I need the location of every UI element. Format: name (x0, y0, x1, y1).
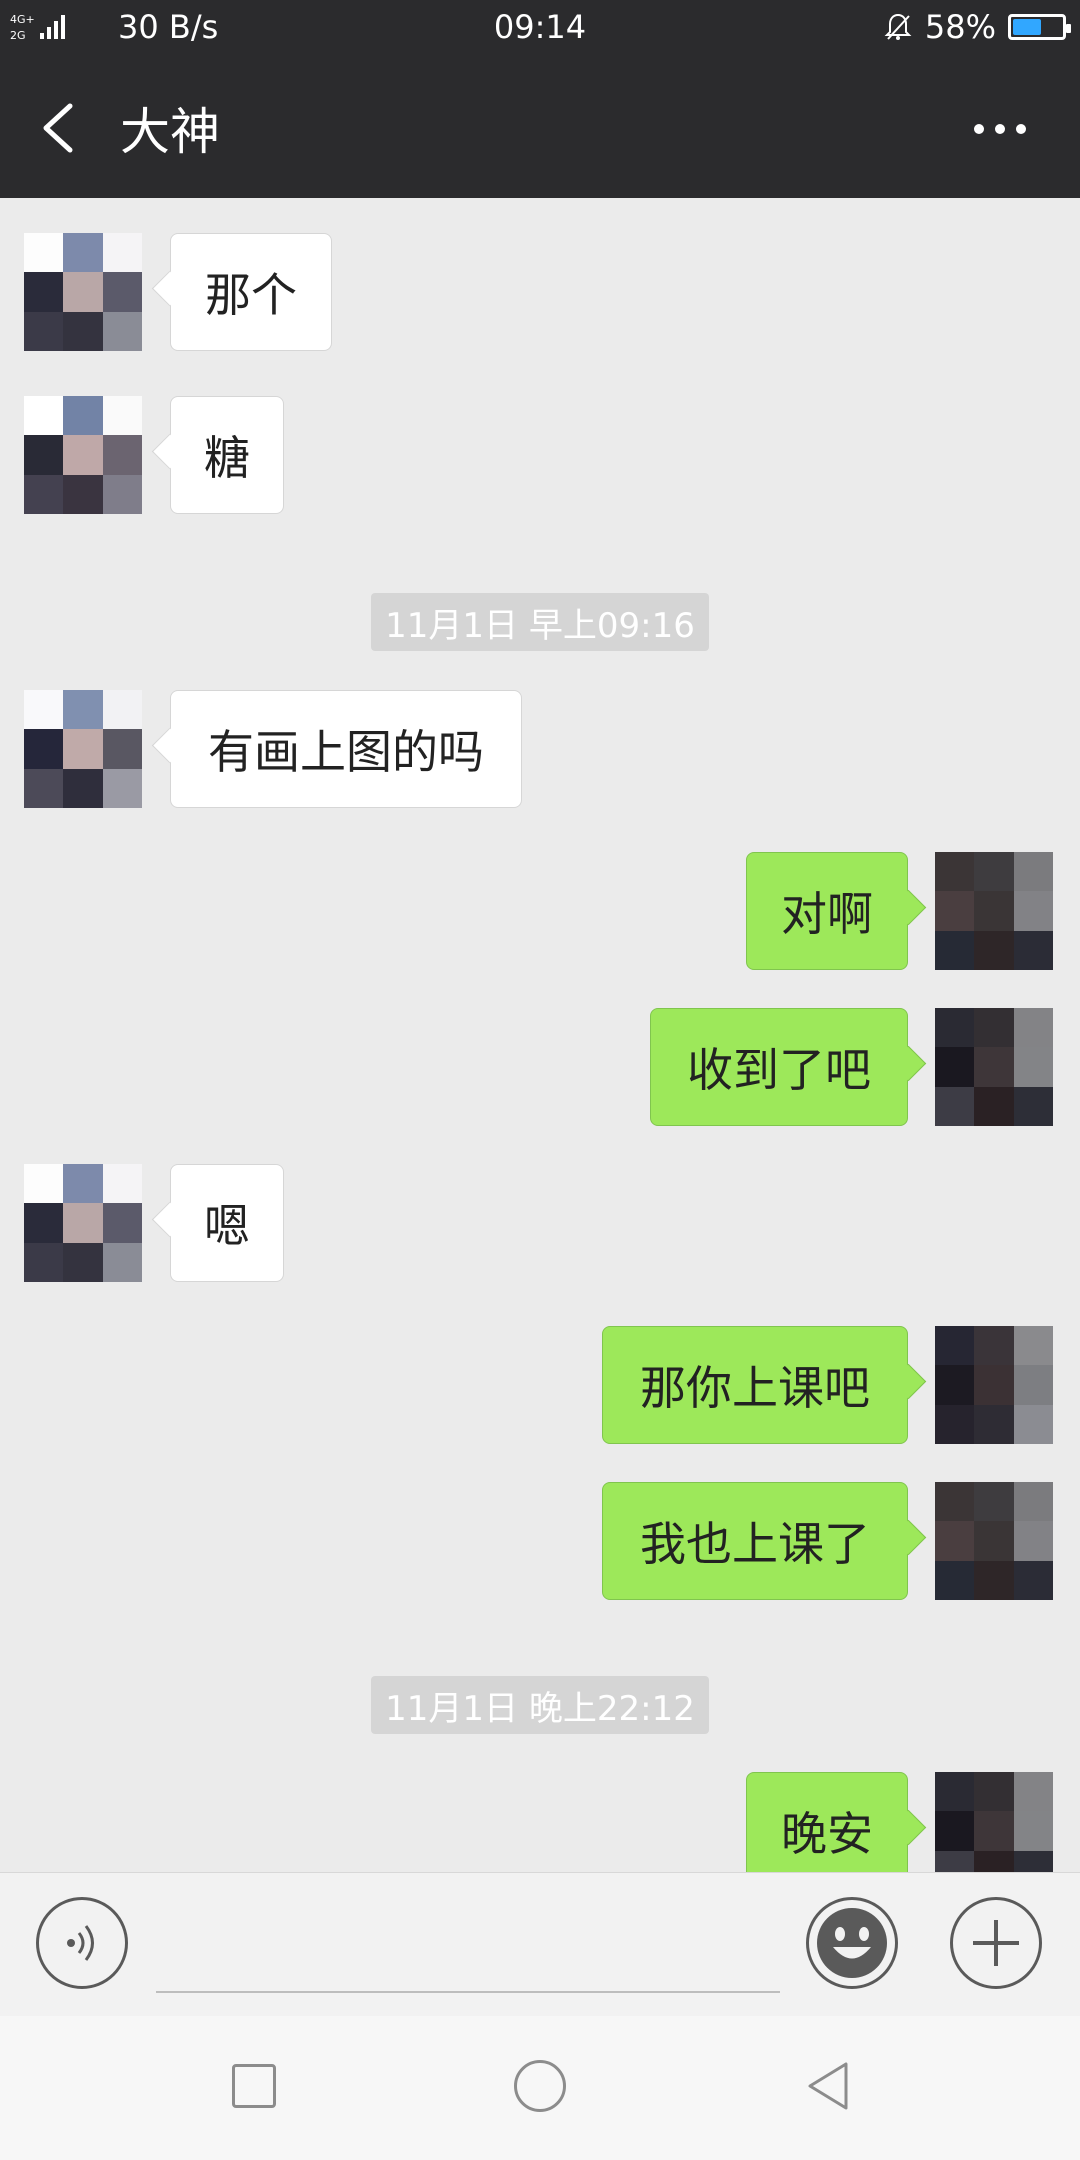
status-bar: 4G+ 2G 30 B/s 09:14 58% (0, 0, 1080, 56)
battery-icon (1008, 14, 1071, 40)
message-text: 那你上课吧 (640, 1361, 870, 1415)
emoji-icon (817, 1908, 887, 1978)
incoming-message-bubble[interactable]: 嗯 (170, 1164, 284, 1282)
mute-bell-icon (884, 13, 912, 40)
message-text: 有画上图的吗 (208, 725, 484, 779)
message-text: 我也上课了 (640, 1517, 870, 1571)
outgoing-message-bubble[interactable]: 对啊 (746, 852, 908, 970)
message-text: 收到了吧 (687, 1043, 871, 1097)
my-avatar[interactable] (935, 1482, 1053, 1600)
chat-area[interactable]: 那个糖 11月1日 早上09:16 有画上图的吗对啊收到了吧嗯那你上课吧我也上课了 1… (0, 198, 1080, 1872)
my-avatar[interactable] (935, 1772, 1053, 1872)
message-input[interactable] (156, 1913, 784, 1991)
home-icon[interactable] (514, 2060, 566, 2112)
chat-header: 大神 (0, 56, 1080, 198)
battery-level (1013, 19, 1041, 35)
contact-avatar[interactable] (24, 1164, 142, 1282)
input-bar (0, 1872, 1080, 2017)
chevron-left-icon[interactable] (38, 100, 78, 156)
outgoing-message-bubble[interactable]: 我也上课了 (602, 1482, 908, 1600)
more-dots-icon[interactable] (972, 122, 1028, 136)
voice-button[interactable] (36, 1897, 128, 1989)
battery-percent: 58% (924, 8, 996, 46)
input-underline (156, 1991, 780, 1993)
chat-timestamp: 11月1日 早上09:16 (371, 593, 709, 651)
chat-title: 大神 (120, 103, 220, 161)
incoming-message-bubble[interactable]: 有画上图的吗 (170, 690, 522, 808)
recent-apps-icon[interactable] (232, 2064, 276, 2108)
message-input-field[interactable] (156, 1913, 784, 1993)
chat-timestamp: 11月1日 晚上22:12 (371, 1676, 709, 1734)
emoji-button[interactable] (806, 1897, 898, 1989)
message-text: 晚安 (781, 1807, 873, 1861)
outgoing-message-bubble[interactable]: 那你上课吧 (602, 1326, 908, 1444)
outgoing-message-bubble[interactable]: 收到了吧 (650, 1008, 908, 1126)
system-nav-bar (0, 2016, 1080, 2160)
message-text: 糖 (204, 431, 250, 485)
my-avatar[interactable] (935, 1326, 1053, 1444)
back-icon[interactable] (804, 2058, 852, 2114)
voice-icon (67, 1925, 94, 1961)
incoming-message-bubble[interactable]: 糖 (170, 396, 284, 514)
contact-avatar[interactable] (24, 233, 142, 351)
incoming-message-bubble[interactable]: 那个 (170, 233, 332, 351)
outgoing-message-bubble[interactable]: 晚安 (746, 1772, 908, 1872)
message-text: 那个 (205, 268, 297, 322)
my-avatar[interactable] (935, 1008, 1053, 1126)
contact-avatar[interactable] (24, 690, 142, 808)
contact-avatar[interactable] (24, 396, 142, 514)
my-avatar[interactable] (935, 852, 1053, 970)
status-right: 58% (883, 8, 1071, 46)
message-text: 对啊 (781, 887, 873, 941)
plus-icon (973, 1920, 1019, 1966)
plus-button[interactable] (950, 1897, 1042, 1989)
message-text: 嗯 (204, 1199, 250, 1253)
